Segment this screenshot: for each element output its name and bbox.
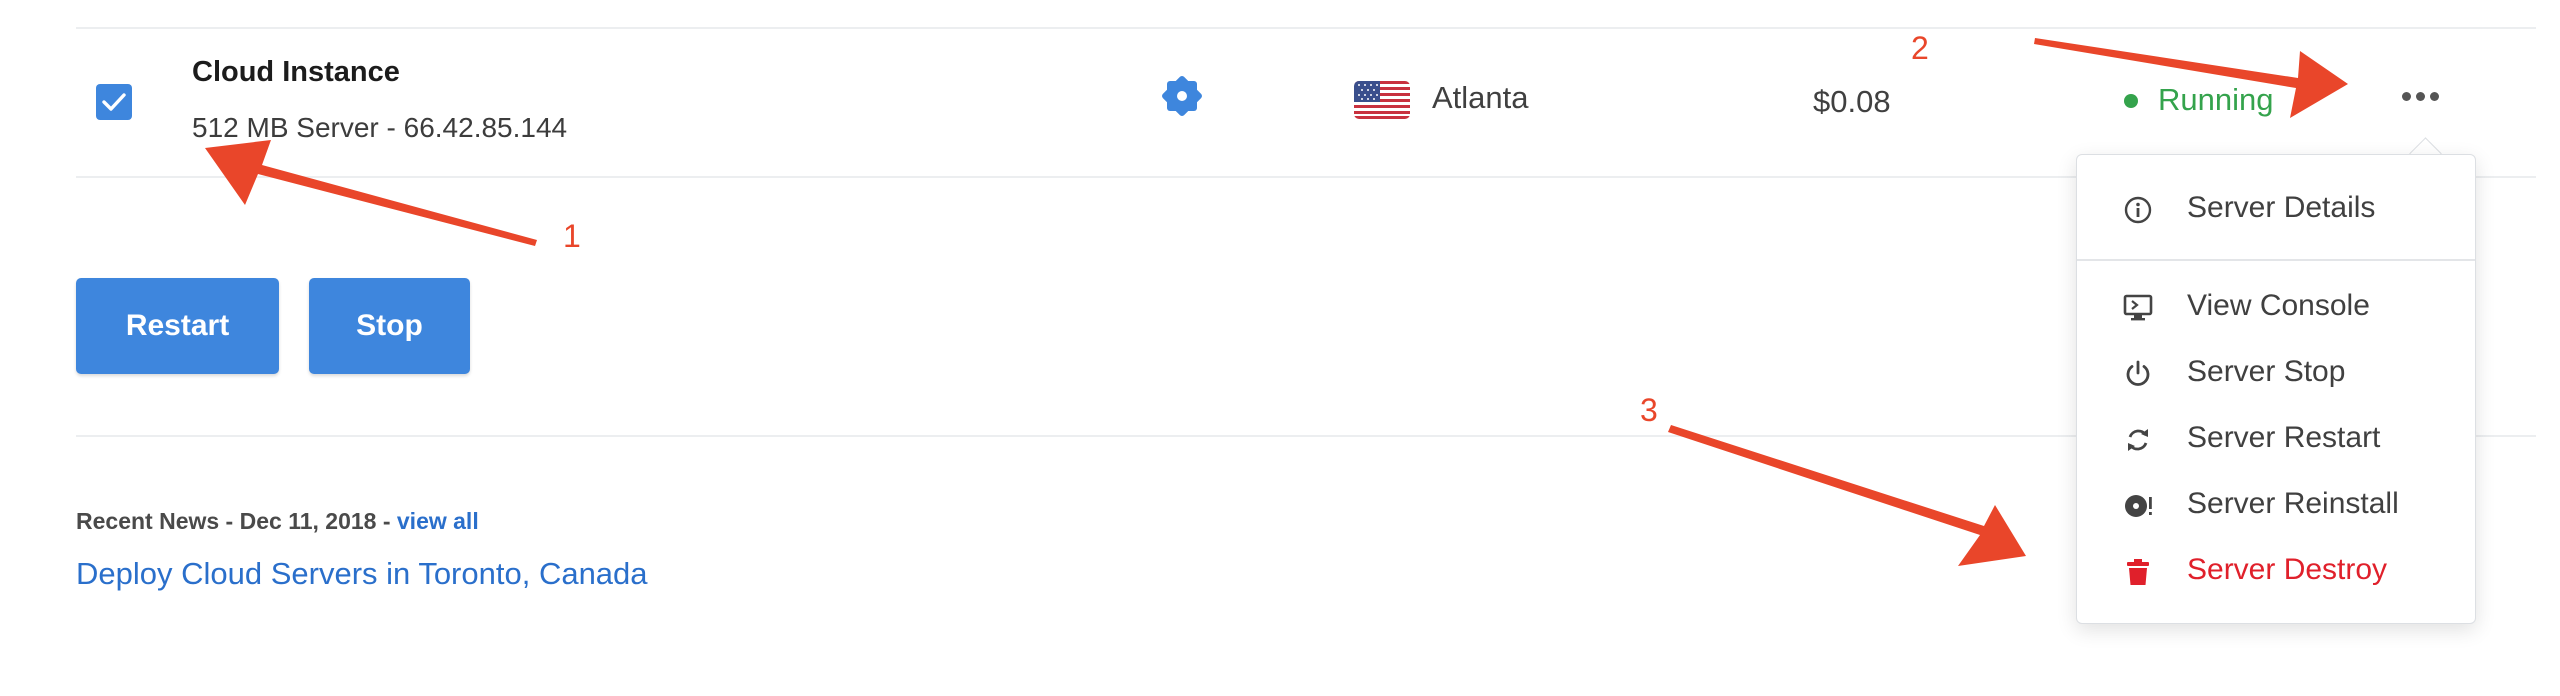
annotation-arrow-2 bbox=[2034, 38, 2348, 118]
annotation-number-2: 2 bbox=[1911, 30, 1929, 66]
annotation-arrows bbox=[205, 38, 2348, 566]
annotation-number-3: 3 bbox=[1640, 392, 1658, 428]
annotation-number-1: 1 bbox=[563, 218, 581, 254]
annotation-arrow-3 bbox=[1668, 425, 2026, 566]
annotation-arrow-1 bbox=[205, 140, 537, 246]
